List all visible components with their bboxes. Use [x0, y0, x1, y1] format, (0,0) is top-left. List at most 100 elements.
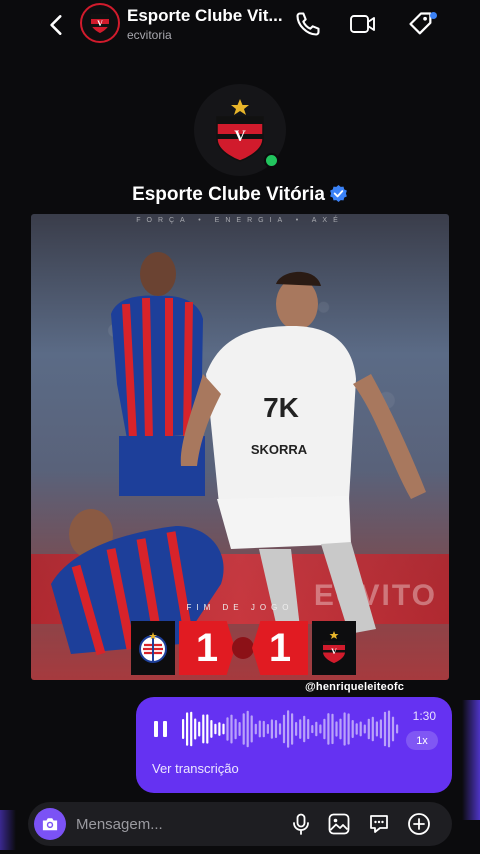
microphone-icon[interactable]	[289, 812, 313, 836]
waveform-bar	[210, 720, 213, 738]
gallery-icon[interactable]	[327, 812, 351, 836]
waveform-bar	[258, 720, 261, 738]
bahia-crest	[131, 621, 175, 675]
waveform-bar	[198, 721, 201, 737]
waveform-bar	[331, 713, 334, 745]
sticker-icon[interactable]	[367, 812, 391, 836]
vitoria-crest-icon: V	[216, 99, 264, 162]
waveform-bar	[182, 719, 185, 739]
playback-speed-button[interactable]: 1x	[406, 731, 438, 750]
waveform-bar	[234, 718, 237, 740]
waveform-bar	[194, 718, 197, 740]
vitoria-crest-icon: V	[323, 631, 345, 663]
waveform-bar	[262, 720, 265, 738]
scoreboard: 1 1 V	[131, 621, 356, 675]
waveform-bar	[351, 720, 354, 738]
svg-text:V: V	[234, 128, 246, 145]
camera-icon	[42, 818, 58, 831]
waveform-bar	[278, 723, 282, 735]
waveform-bar	[323, 718, 326, 740]
waveform-bar	[303, 715, 306, 743]
photo-watermark: @henriqueleiteofc	[305, 681, 405, 693]
bahia-crest-icon	[139, 632, 167, 663]
waveform-bar	[315, 721, 318, 737]
waveform-bar	[355, 723, 358, 735]
notification-dot	[430, 12, 437, 19]
phone-icon[interactable]	[294, 10, 322, 38]
waveform-bar	[387, 710, 391, 748]
waveform-bar	[266, 724, 269, 734]
waveform-bar	[359, 721, 362, 737]
video-icon[interactable]	[349, 10, 377, 38]
waveform-bar	[343, 712, 346, 746]
vitoria-crest-icon: V	[91, 14, 109, 33]
message-input[interactable]	[76, 802, 276, 846]
waveform-bar	[274, 720, 278, 738]
waveform-bar	[347, 713, 350, 745]
waveform-bar	[367, 718, 370, 740]
waveform-bar	[383, 711, 387, 747]
waveform-bar	[363, 724, 366, 734]
profile-name-text: Esporte Clube Vitória	[132, 184, 325, 205]
waveform-bar	[391, 716, 395, 742]
svg-text:7K: 7K	[263, 392, 299, 423]
waveform-bar	[250, 715, 253, 743]
waveform-bar	[230, 714, 233, 744]
waveform-bar	[238, 722, 241, 736]
waveform-bar	[222, 723, 225, 735]
waveform-bar	[307, 719, 310, 740]
header-avatar[interactable]: V	[80, 3, 120, 43]
waveform-bar	[311, 725, 314, 734]
camera-button[interactable]	[34, 808, 66, 840]
waveform-bar	[246, 710, 249, 748]
profile-name: Esporte Clube Vitória	[0, 184, 480, 206]
edge-glow	[462, 700, 480, 820]
score-separator	[232, 637, 254, 659]
waveform-bar	[371, 716, 374, 742]
waveform-bar	[396, 724, 399, 734]
waveform-bar	[295, 722, 298, 736]
online-status-dot	[264, 153, 279, 168]
add-icon[interactable]	[407, 812, 431, 836]
waveform-bar	[299, 719, 302, 739]
waveform-bar	[190, 711, 193, 747]
waveform-bar	[254, 723, 257, 735]
message-composer	[28, 802, 452, 846]
home-score: 1	[179, 621, 235, 675]
svg-text:V: V	[331, 647, 337, 656]
waveform-bar	[319, 724, 322, 734]
view-transcript-link[interactable]: Ver transcrição	[152, 761, 239, 776]
shared-post-image[interactable]: FORÇA • ENERGIA • AXÉ ECVITO 7K SKORRA F…	[31, 214, 449, 680]
final-whistle-label: FIM DE JOGO	[186, 603, 294, 612]
svg-text:V: V	[97, 19, 103, 28]
waveform-bar	[282, 714, 286, 744]
verified-badge-icon	[330, 184, 347, 203]
chat-header: V Esporte Clube Vit... ecvitoria	[0, 0, 480, 50]
audio-waveform[interactable]	[182, 707, 400, 751]
voice-duration: 1:30	[412, 709, 436, 723]
vitoria-crest: V	[312, 621, 356, 675]
waveform-bar	[287, 710, 290, 748]
waveform-bar	[202, 714, 205, 744]
waveform-bar	[242, 713, 245, 745]
waveform-bar	[291, 713, 294, 745]
away-score: 1	[252, 621, 308, 675]
waveform-bar	[270, 719, 273, 739]
waveform-bar	[218, 722, 221, 736]
waveform-bar	[339, 718, 342, 740]
waveform-bar	[375, 721, 378, 737]
waveform-bar	[335, 721, 338, 737]
header-title[interactable]: Esporte Clube Vit...	[127, 6, 283, 26]
waveform-bar	[206, 714, 209, 744]
waveform-bar	[379, 719, 382, 739]
pause-icon[interactable]	[154, 721, 168, 737]
waveform-bar	[186, 712, 189, 746]
svg-text:SKORRA: SKORRA	[251, 442, 308, 457]
header-username: ecvitoria	[127, 28, 172, 42]
back-arrow-icon[interactable]	[44, 12, 70, 38]
waveform-bar	[226, 717, 229, 741]
waveform-bar	[214, 723, 217, 735]
waveform-bar	[327, 713, 330, 745]
edge-glow-left	[0, 810, 16, 850]
voice-message-bubble[interactable]: 1:30 1x Ver transcrição	[136, 697, 452, 793]
